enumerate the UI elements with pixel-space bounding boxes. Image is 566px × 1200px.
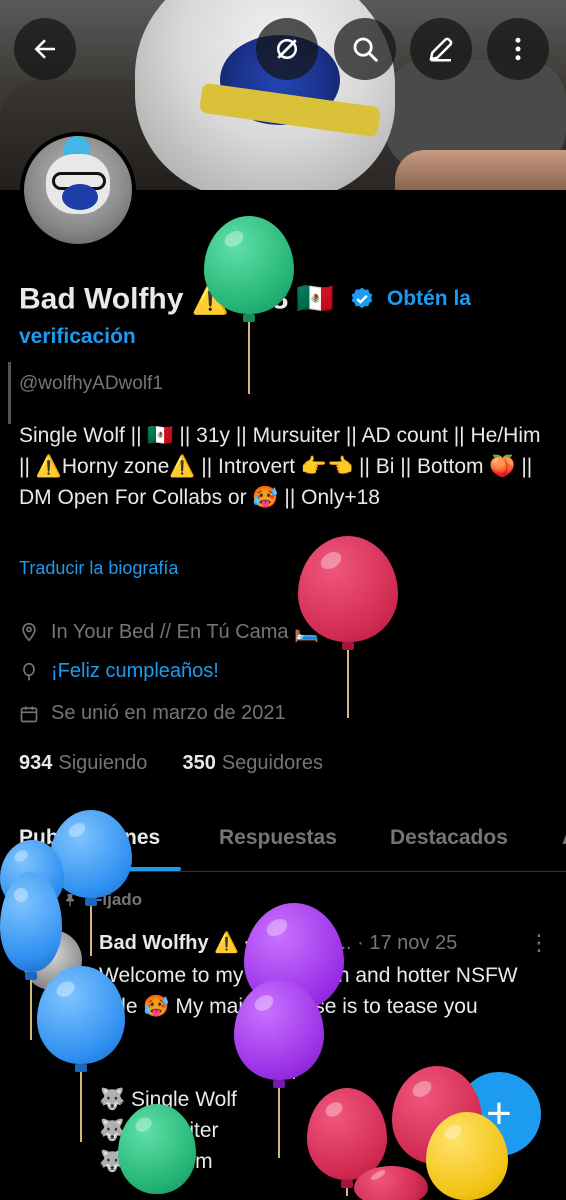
- balloon-blue: [37, 966, 125, 1142]
- profile-avatar[interactable]: [20, 132, 136, 248]
- location-text: In Your Bed // En Tú Cama 🛏️: [51, 621, 320, 643]
- followers-label: Seguidores: [221, 752, 324, 774]
- more-vertical-icon: [515, 37, 521, 61]
- avatar-mask: [62, 184, 98, 210]
- profile-bio: Single Wolf || 🇲🇽 || 31y || Mursuiter ||…: [19, 424, 541, 509]
- follow-stats: 934 Siguiendo 350 Seguidores: [19, 752, 323, 775]
- search-button[interactable]: [334, 18, 396, 80]
- following-label: Siguiendo: [58, 752, 148, 774]
- followers-link[interactable]: 350 Seguidores: [182, 752, 323, 774]
- birthday-row: ¡Feliz cumpleaños!: [19, 660, 219, 683]
- arrow-left-icon: [34, 39, 55, 59]
- calendar-icon: [20, 706, 38, 722]
- followers-count: 350: [182, 752, 216, 774]
- tab-articles[interactable]: A: [562, 826, 566, 850]
- post-more-icon[interactable]: ⋮: [528, 930, 550, 956]
- location-pin-icon: [22, 622, 36, 642]
- joined-row: Se unió en marzo de 2021: [19, 702, 286, 725]
- balloon-icon: [23, 662, 35, 680]
- verified-badge-icon[interactable]: [349, 286, 375, 312]
- joined-text: Se unió en marzo de 2021: [51, 702, 286, 724]
- back-button[interactable]: [14, 18, 76, 80]
- following-count: 934: [19, 752, 53, 774]
- more-button[interactable]: [487, 18, 549, 80]
- location-row: In Your Bed // En Tú Cama 🛏️: [19, 619, 319, 644]
- edit-profile-button[interactable]: [410, 18, 472, 80]
- tab-highlights[interactable]: Destacados: [390, 826, 508, 850]
- no-connection-icon: [277, 39, 297, 59]
- search-icon: [353, 37, 378, 62]
- birthday-text[interactable]: ¡Feliz cumpleaños!: [51, 660, 219, 683]
- balloon-red: [298, 536, 398, 718]
- balloon-red: [354, 1166, 428, 1200]
- edit-icon: [429, 37, 453, 62]
- data-saver-button[interactable]: [256, 18, 318, 80]
- tab-replies[interactable]: Respuestas: [219, 826, 337, 850]
- profile-handle: @wolfhyADwolf1: [19, 373, 163, 394]
- post-date[interactable]: · 17 nov 25: [357, 932, 457, 954]
- banner-leg: [395, 150, 566, 190]
- balloon-yellow: [426, 1112, 508, 1200]
- handle-divider: [8, 362, 11, 424]
- balloon-green: [118, 1104, 196, 1194]
- translate-bio-link[interactable]: Traducir la biografía: [19, 558, 178, 579]
- following-link[interactable]: 934 Siguiendo: [19, 752, 147, 774]
- balloon-green: [204, 216, 294, 394]
